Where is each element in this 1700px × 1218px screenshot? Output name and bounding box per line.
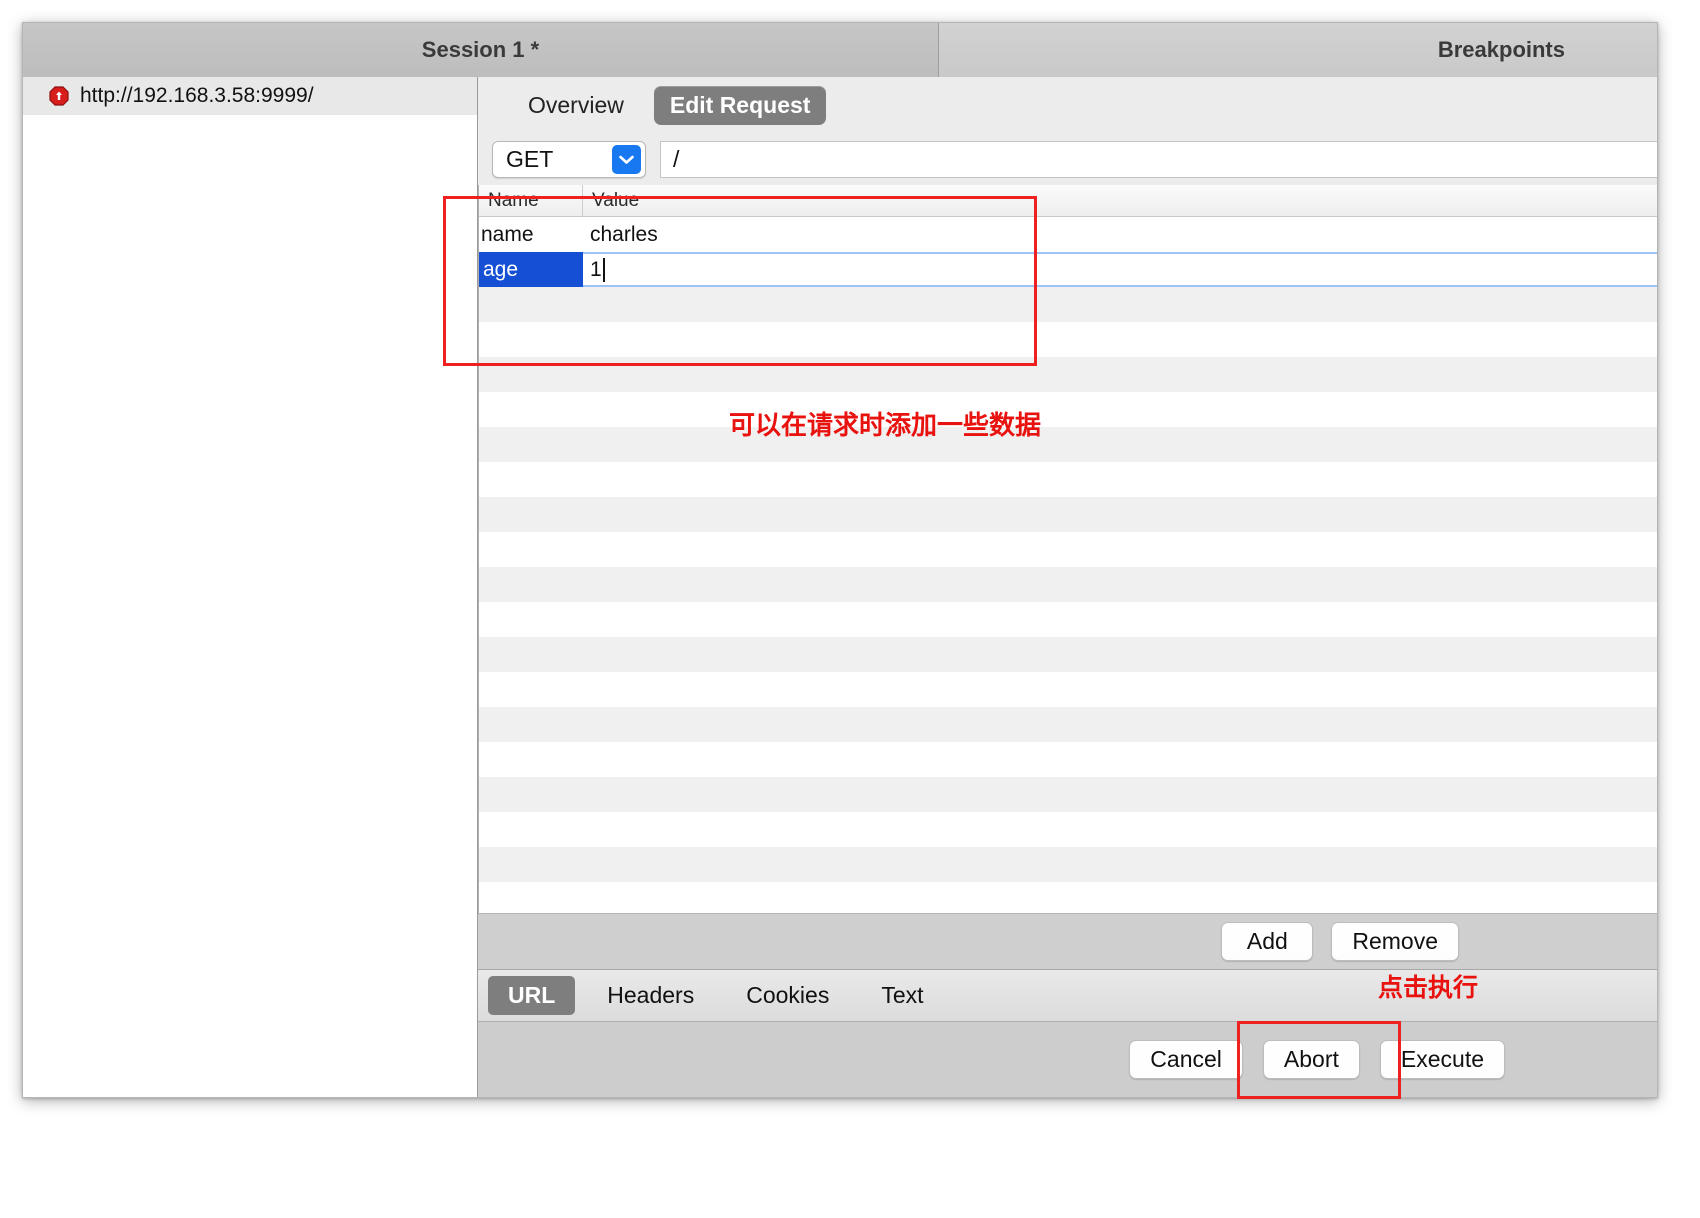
screenshot-root: Session 1 * Breakpoints http://192.168.3… <box>0 0 1700 1218</box>
stop-breakpoint-icon <box>49 86 69 106</box>
row-name-cell-selected[interactable]: age <box>479 252 583 287</box>
execute-button[interactable]: Execute <box>1380 1040 1505 1079</box>
column-header-name: Name <box>479 185 583 216</box>
empty-row <box>479 812 1657 847</box>
tab-text-label: Text <box>881 982 923 1008</box>
chevron-down-icon[interactable] <box>612 145 641 174</box>
empty-row <box>479 742 1657 777</box>
charles-breakpoint-window: Session 1 * Breakpoints http://192.168.3… <box>22 22 1658 1098</box>
tab-cookies-label: Cookies <box>746 982 829 1008</box>
request-editor-pane: Overview Edit Request GET <box>478 77 1657 1097</box>
tab-overview[interactable]: Overview <box>512 86 640 125</box>
tab-breakpoints-label: Breakpoints <box>1438 37 1565 63</box>
empty-row <box>479 287 1657 322</box>
empty-row <box>479 567 1657 602</box>
table-button-bar: Add Remove <box>478 913 1657 969</box>
method-path-row: GET / <box>478 133 1657 185</box>
tab-session-1[interactable]: Session 1 * <box>23 23 939 77</box>
dialog-action-bar: Cancel Abort Execute <box>478 1021 1657 1097</box>
row-name-cell[interactable]: name <box>479 217 583 252</box>
empty-row <box>479 427 1657 462</box>
cancel-button[interactable]: Cancel <box>1129 1040 1243 1079</box>
tab-headers[interactable]: Headers <box>587 976 714 1015</box>
breakpoint-list-sidebar: http://192.168.3.58:9999/ <box>23 77 478 1097</box>
request-section-tabs: URL Headers Cookies Text <box>478 969 1657 1021</box>
tab-overview-label: Overview <box>528 92 624 118</box>
empty-row <box>479 532 1657 567</box>
empty-row <box>479 392 1657 427</box>
empty-row <box>479 707 1657 742</box>
tab-breakpoints[interactable]: Breakpoints <box>939 23 1657 77</box>
sidebar-item-label: http://192.168.3.58:9999/ <box>80 84 314 108</box>
text-caret <box>603 258 605 282</box>
empty-row <box>479 847 1657 882</box>
add-button[interactable]: Add <box>1221 922 1313 961</box>
tab-headers-label: Headers <box>607 982 694 1008</box>
remove-button[interactable]: Remove <box>1331 922 1459 961</box>
window-tab-strip: Session 1 * Breakpoints <box>23 23 1657 78</box>
tab-url-label: URL <box>508 982 555 1008</box>
tab-edit-request-label: Edit Request <box>670 92 811 118</box>
tab-text[interactable]: Text <box>861 976 943 1015</box>
editor-subtabs: Overview Edit Request <box>478 77 1657 133</box>
row-value-editing-text: 1 <box>590 258 602 282</box>
empty-row <box>479 602 1657 637</box>
tab-url[interactable]: URL <box>488 976 575 1015</box>
params-table: Name Value name charles age 1 <box>478 185 1657 913</box>
sidebar-item-breakpoint-url[interactable]: http://192.168.3.58:9999/ <box>23 77 477 115</box>
request-path-input[interactable]: / <box>660 141 1657 178</box>
empty-row <box>479 357 1657 392</box>
empty-row <box>479 882 1657 913</box>
column-header-value: Value <box>583 185 1657 216</box>
empty-row <box>479 637 1657 672</box>
method-select-value: GET <box>493 146 612 173</box>
request-path-value: / <box>673 146 679 173</box>
empty-row <box>479 497 1657 532</box>
empty-row <box>479 672 1657 707</box>
table-row[interactable]: name charles <box>479 217 1657 252</box>
empty-row <box>479 462 1657 497</box>
params-table-header: Name Value <box>479 185 1657 217</box>
empty-row <box>479 777 1657 812</box>
table-row[interactable]: age 1 <box>479 252 1657 287</box>
abort-button[interactable]: Abort <box>1263 1040 1360 1079</box>
sidebar-empty-area <box>23 115 477 1097</box>
method-select[interactable]: GET <box>492 141 646 178</box>
tab-session-1-label: Session 1 * <box>422 37 539 63</box>
empty-row <box>479 322 1657 357</box>
window-body: http://192.168.3.58:9999/ Overview Edit … <box>23 77 1657 1097</box>
row-value-cell[interactable]: charles <box>583 217 1657 252</box>
tab-edit-request[interactable]: Edit Request <box>654 86 827 125</box>
row-value-cell-editing[interactable]: 1 <box>583 252 1657 287</box>
params-table-empty-rows <box>479 287 1657 913</box>
tab-cookies[interactable]: Cookies <box>726 976 849 1015</box>
